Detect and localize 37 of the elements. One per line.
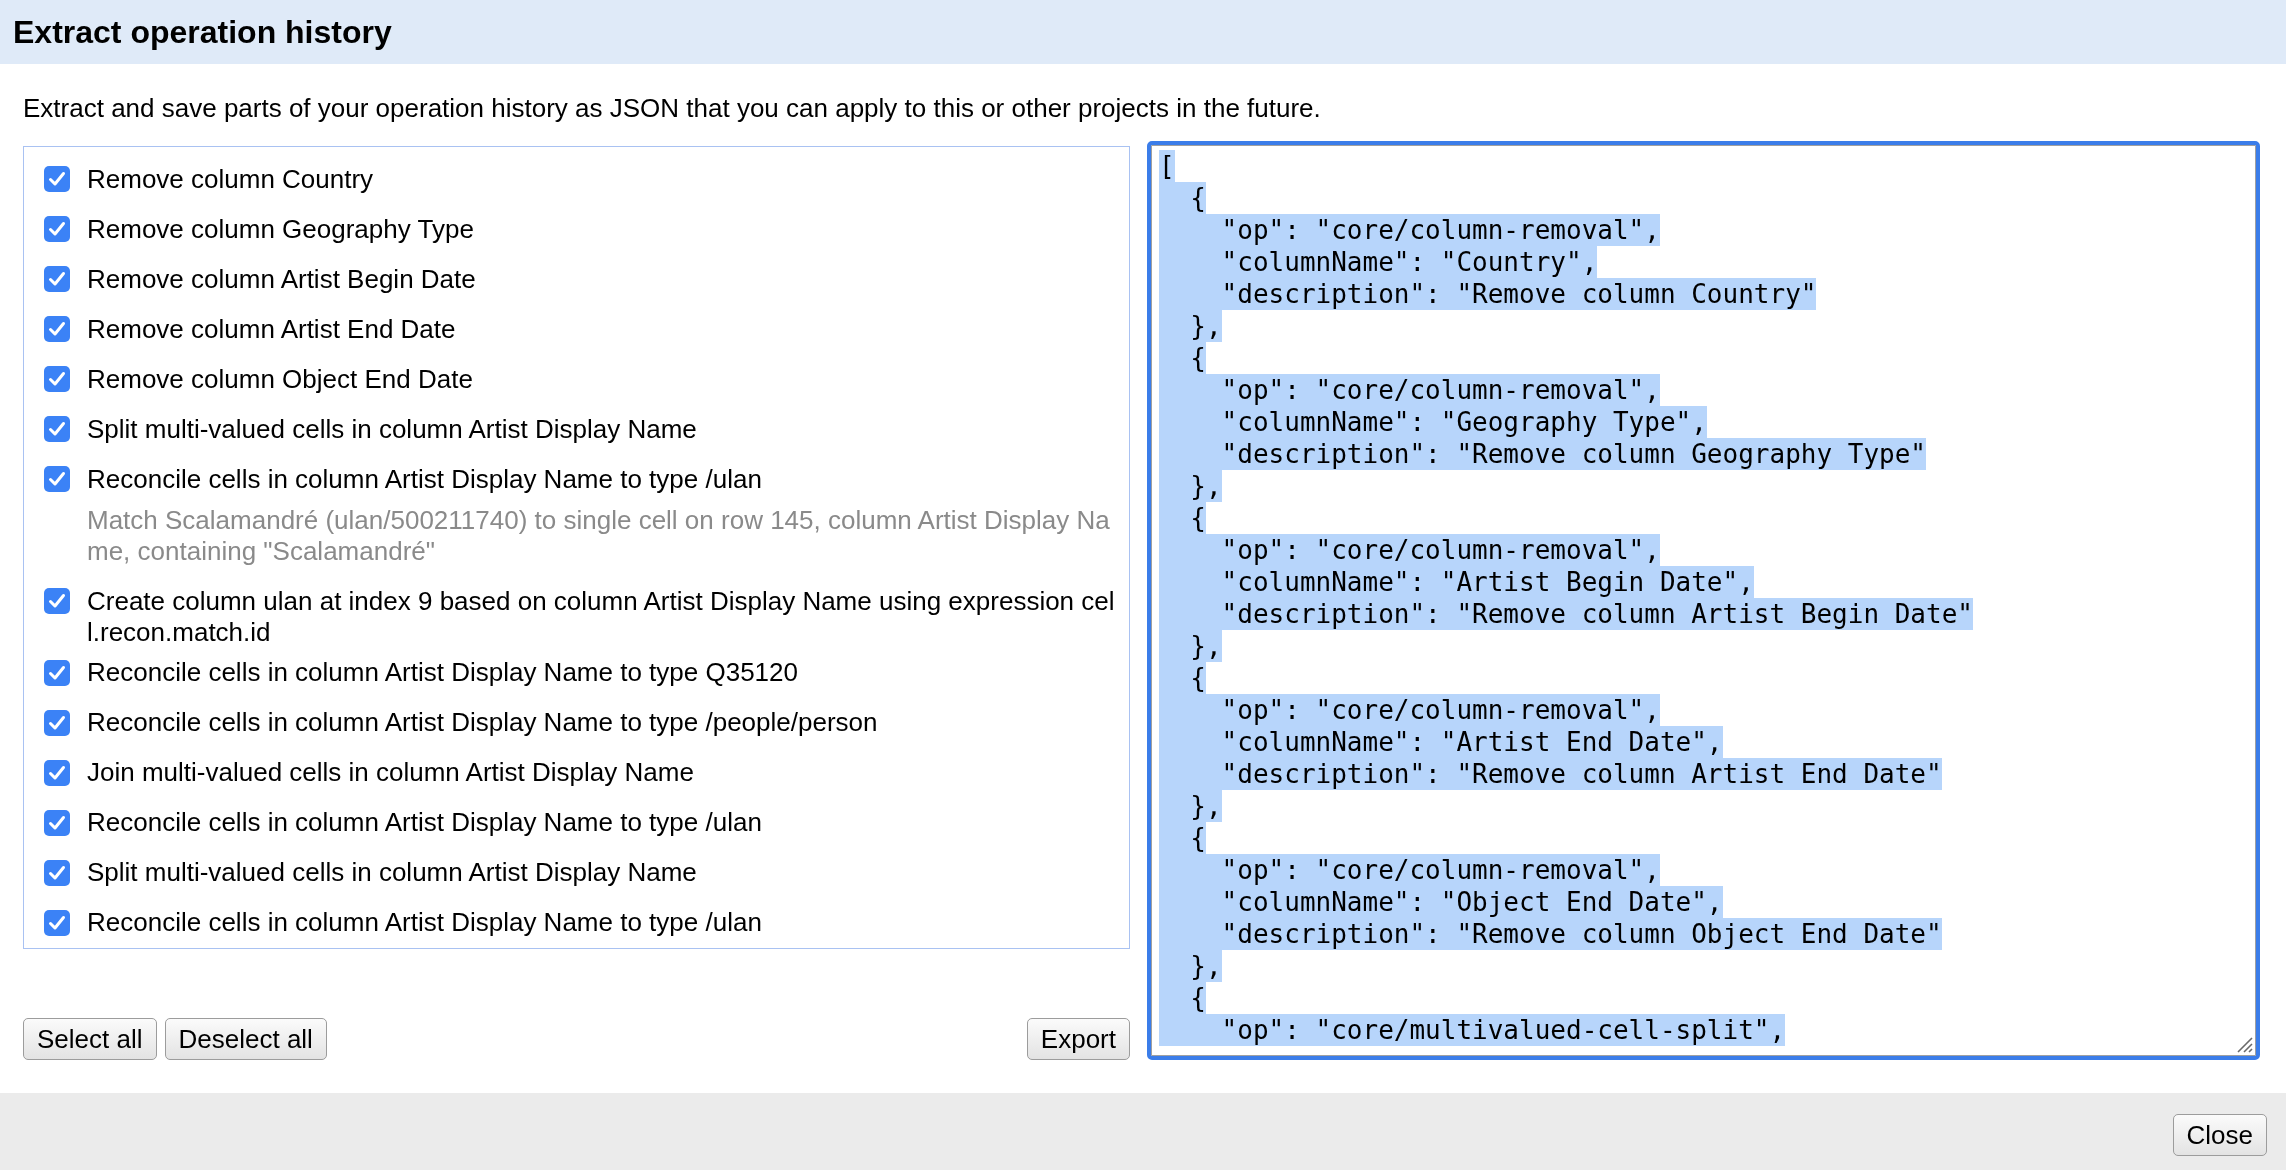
- deselect-all-button[interactable]: Deselect all: [164, 1018, 327, 1060]
- resize-grip-icon[interactable]: [2235, 1035, 2253, 1053]
- checkbox[interactable]: [44, 466, 70, 492]
- history-item-label: Reconcile cells in column Artist Display Name to type /people/person: [87, 706, 879, 738]
- history-item-label: Remove column Geography Type: [87, 212, 475, 245]
- select-all-button[interactable]: Select all: [23, 1018, 157, 1060]
- history-item-label: Reconcile cells in column Artist Display Name to type /ulan: [87, 462, 763, 495]
- checkbox[interactable]: [44, 166, 70, 192]
- history-item-label: Reconcile cells in column Artist Display Name to type /ulan: [87, 806, 763, 838]
- checkbox[interactable]: [44, 266, 70, 292]
- history-item-label: Reconcile cells in column Artist Display Name to type /ulan: [87, 906, 763, 938]
- checkbox[interactable]: [44, 216, 70, 242]
- history-item-label: Split multi-valued cells in column Artist Display Name: [87, 856, 698, 888]
- checkbox[interactable]: [44, 316, 70, 342]
- history-item-label: Remove column Object End Date: [87, 362, 474, 395]
- export-button[interactable]: Export: [1026, 1018, 1130, 1060]
- history-note: Match Scalamandré (ulan/500211740) to single cell on row 145, column Artist Display Name, containing "Scalamandré": [87, 505, 1111, 567]
- history-item-label: Remove column Artist Begin Date: [87, 262, 477, 295]
- dialog-description: Extract and save parts of your operation history as JSON that you can apply to this or other projects in the future.: [23, 92, 1322, 124]
- history-item-label: Join multi-valued cells in column Artist Display Name: [87, 756, 695, 788]
- history-item-label: Remove column Artist End Date: [87, 312, 457, 345]
- history-item-label: Reconcile cells in column Artist Display Name to type Q35120: [87, 656, 799, 688]
- checkbox[interactable]: [44, 909, 70, 936]
- history-item-label: Create column ulan at index 9 based on column Artist Display Name using expression cell.recon.match.id: [87, 584, 1116, 648]
- close-button[interactable]: Close: [2172, 1114, 2267, 1156]
- dialog-title: Extract operation history: [13, 13, 392, 52]
- checkbox[interactable]: [44, 588, 70, 614]
- checkbox[interactable]: [44, 416, 70, 442]
- json-output-field[interactable]: [ { "op": "core/column-removal", "columnName": "Country", "description": "Remove column Country" }, { "op": "core/column-removal", "columnName": "Geography Type", "description": "Remove column Geography Type" }, { "op": "core/column-removal", "columnName": "Artist Begin Date", "description": "Remove column Artist Begin Date" }, { "op": "core/column-removal", "columnName": "Artist End Date", "description": "Remove column Artist End Date" }, { "op": "core/column-removal", "columnName": "Object End Date", "description": "Remove column Object End Date" }, { "op": "core/multivalued-cell-split",: [1147, 141, 2260, 1060]
- checkbox[interactable]: [44, 366, 70, 392]
- checkbox[interactable]: [44, 659, 70, 686]
- checkbox[interactable]: [44, 709, 70, 736]
- checkbox[interactable]: [44, 759, 70, 786]
- history-item-label: Remove column Country: [87, 162, 375, 195]
- history-item-label: Split multi-valued cells in column Artist Display Name: [87, 412, 698, 445]
- checkbox[interactable]: [44, 809, 70, 836]
- checkbox[interactable]: [44, 859, 70, 886]
